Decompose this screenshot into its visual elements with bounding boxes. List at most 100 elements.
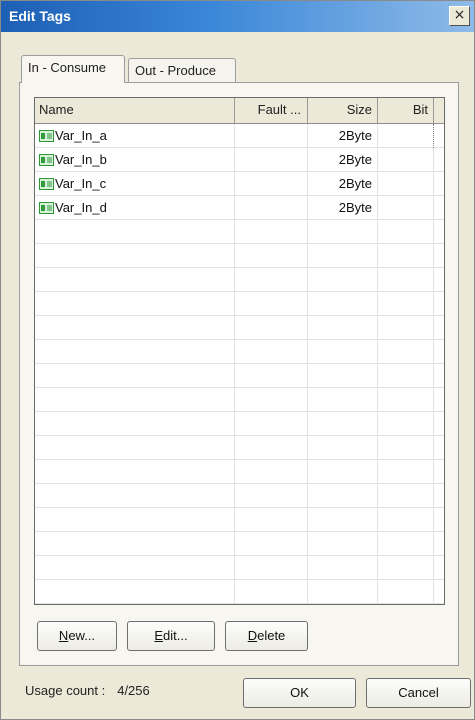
cell-fault (235, 340, 308, 364)
table-row[interactable]: Var_In_c 2Byte (35, 172, 444, 196)
delete-button[interactable]: Delete (225, 621, 308, 651)
cell-name (35, 220, 235, 244)
table-row-empty (35, 388, 444, 412)
title-bar[interactable]: Edit Tags × (1, 1, 474, 32)
cell-bit (378, 148, 434, 172)
cell-size: 2Byte (308, 148, 378, 172)
cell-name: Var_In_d (35, 196, 235, 220)
table-row[interactable]: Var_In_a 2Byte (35, 124, 444, 148)
cell-fault (235, 532, 308, 556)
cell-bit (378, 124, 434, 148)
cell-fault (235, 484, 308, 508)
cell-size: 2Byte (308, 124, 378, 148)
table-row[interactable]: Var_In_d 2Byte (35, 196, 444, 220)
cell-bit (378, 316, 434, 340)
table-row-empty (35, 556, 444, 580)
usage-count-label: Usage count : (25, 683, 106, 698)
cell-fault (235, 316, 308, 340)
cell-size: 2Byte (308, 172, 378, 196)
new-button-label: New... (58, 628, 96, 643)
table-header: Name Fault ... Size Bit (35, 98, 444, 124)
table-row-empty (35, 484, 444, 508)
new-button[interactable]: New... (37, 621, 117, 651)
cell-bit (378, 172, 434, 196)
cell-fault (235, 292, 308, 316)
cell-fault (235, 196, 308, 220)
delete-button-label: Delete (247, 628, 286, 643)
column-header-name[interactable]: Name (35, 98, 235, 123)
edit-button-label: Edit... (154, 628, 188, 643)
cell-size (308, 244, 378, 268)
cell-fault (235, 268, 308, 292)
dialog-title: Edit Tags (9, 8, 71, 24)
cell-size (308, 580, 378, 604)
edit-tags-dialog: Edit Tags × Out - Produce In - Consume N… (0, 0, 475, 720)
cell-size (308, 412, 378, 436)
tag-variable-icon (39, 176, 55, 191)
cell-fault (235, 364, 308, 388)
cell-bit (378, 388, 434, 412)
cell-size (308, 316, 378, 340)
cell-name (35, 292, 235, 316)
table-row-empty (35, 412, 444, 436)
tab-out-produce[interactable]: Out - Produce (128, 58, 236, 83)
cell-size (308, 532, 378, 556)
column-header-size[interactable]: Size (308, 98, 378, 123)
usage-count: Usage count : 4/256 (25, 683, 150, 698)
cell-fault (235, 580, 308, 604)
cell-size (308, 460, 378, 484)
cell-name (35, 316, 235, 340)
cell-name: Var_In_c (35, 172, 235, 196)
table-row-empty (35, 508, 444, 532)
cell-fault (235, 172, 308, 196)
table-row-empty (35, 532, 444, 556)
cell-bit (378, 580, 434, 604)
cell-bit (378, 460, 434, 484)
cell-fault (235, 220, 308, 244)
table-body: Var_In_a 2Byte Var_In_b 2Byte Var_In_c 2Byte V… (35, 124, 444, 604)
cell-bit (378, 484, 434, 508)
cell-size: 2Byte (308, 196, 378, 220)
cell-name: Var_In_a (35, 124, 235, 148)
column-header-filler (434, 98, 444, 123)
cell-fault (235, 244, 308, 268)
table-row-empty (35, 580, 444, 604)
cell-name (35, 388, 235, 412)
cell-bit (378, 412, 434, 436)
cell-name (35, 340, 235, 364)
cell-name (35, 532, 235, 556)
table-row-empty (35, 460, 444, 484)
close-button[interactable]: × (449, 6, 470, 26)
tag-name: Var_In_b (55, 152, 107, 167)
table-row-empty (35, 268, 444, 292)
cell-fault (235, 148, 308, 172)
tag-variable-icon (39, 128, 55, 143)
cell-bit (378, 292, 434, 316)
tags-table[interactable]: Name Fault ... Size Bit Var_In_a 2Byte Var… (34, 97, 445, 605)
cell-size (308, 292, 378, 316)
cancel-button[interactable]: Cancel (366, 678, 471, 708)
cell-name (35, 412, 235, 436)
cell-bit (378, 556, 434, 580)
column-header-bit[interactable]: Bit (378, 98, 434, 123)
ok-button[interactable]: OK (243, 678, 356, 708)
cell-fault (235, 508, 308, 532)
table-row-empty (35, 436, 444, 460)
cell-name (35, 244, 235, 268)
cell-fault (235, 124, 308, 148)
table-row[interactable]: Var_In_b 2Byte (35, 148, 444, 172)
cell-bit (378, 364, 434, 388)
cell-name (35, 580, 235, 604)
cell-size (308, 508, 378, 532)
column-header-fault[interactable]: Fault ... (235, 98, 308, 123)
cell-bit (378, 196, 434, 220)
cell-bit (378, 532, 434, 556)
cell-size (308, 220, 378, 244)
cell-fault (235, 556, 308, 580)
cell-name (35, 268, 235, 292)
edit-button[interactable]: Edit... (127, 621, 215, 651)
cell-size (308, 484, 378, 508)
tab-in-consume[interactable]: In - Consume (21, 55, 125, 83)
cell-name (35, 460, 235, 484)
cell-size (308, 436, 378, 460)
